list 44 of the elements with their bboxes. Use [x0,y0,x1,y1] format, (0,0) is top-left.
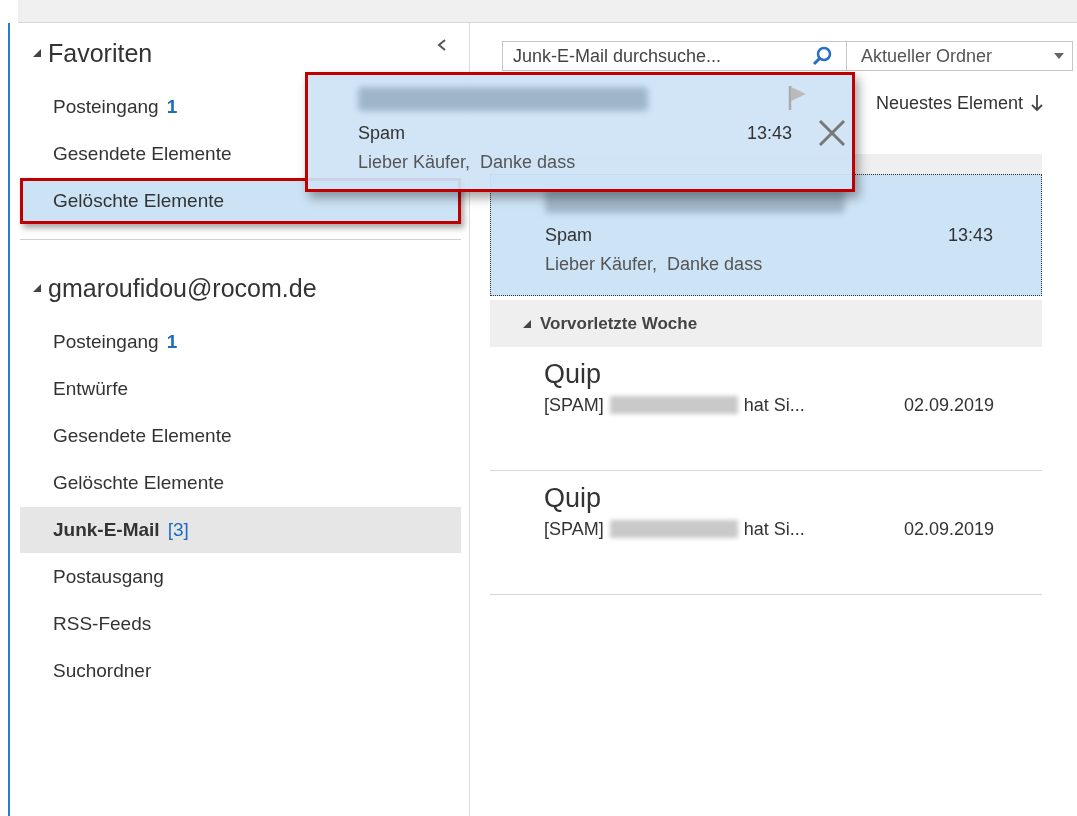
folder-item[interactable]: RSS-Feeds [20,601,461,647]
folder-item[interactable]: Gesendete Elemente [20,413,461,459]
group-header[interactable]: Vorvorletzte Woche [490,300,1042,347]
folder-item[interactable]: Entwürfe [20,366,461,412]
folder-item[interactable]: Posteingang 1 [20,319,461,365]
message-time: 13:43 [947,224,993,247]
item-count: 1 [166,96,178,118]
down-arrow-icon [1031,94,1043,112]
search-icon[interactable] [811,45,833,67]
message-time: 13:43 [746,122,792,145]
expand-triangle-icon[interactable] [522,318,532,329]
group-title: Vorvorletzte Woche [540,313,698,334]
item-count: 1 [166,331,178,353]
folder-item[interactable]: Suchordner [20,648,461,694]
caret-icon [1054,53,1064,59]
folder-item[interactable]: Gelöschte Elemente [20,460,461,506]
message-sender: Quip [544,482,603,515]
item-count: [3] [167,519,189,541]
search-field[interactable]: Junk-E-Mail durchsuche... [502,41,847,71]
message-subject: hat Si... [743,394,805,417]
message-subject: [SPAM] [544,394,604,417]
message-time: 02.09.2019 [903,518,994,541]
expand-triangle-icon[interactable] [32,283,42,293]
message-subject: [SPAM] [544,518,604,541]
section-title[interactable]: gmaroufidou@rocom.de [48,273,317,303]
delete-icon [816,117,848,149]
folder-item[interactable]: Postausgang [20,554,461,600]
section-title[interactable]: Favoriten [48,38,153,68]
flag-icon [788,85,808,111]
scope-dropdown[interactable]: Aktueller Ordner [847,41,1073,71]
message-subject: Spam [358,122,406,145]
message-subject: hat Si... [743,518,805,541]
message-preview: Lieber Käufer, Danke dass [545,253,763,276]
message-item[interactable]: Spam 13:43 Lieber Käufer, Danke dass [490,174,1042,296]
sort-button[interactable]: Neuestes Element [875,92,1043,114]
message-preview: Lieber Käufer, Danke dass [358,151,576,174]
message-sender: Quip [544,358,603,391]
folder-item[interactable]: Posteingang 1 [20,84,295,130]
expand-triangle-icon[interactable] [32,48,42,58]
folder-item[interactable]: Junk-E-Mail [3] [20,507,461,553]
message-subject: Spam [545,224,593,247]
folder-item[interactable]: Gesendete Elemente [20,131,295,177]
message-time: 02.09.2019 [903,394,994,417]
collapse-chevron-icon[interactable] [437,39,447,51]
